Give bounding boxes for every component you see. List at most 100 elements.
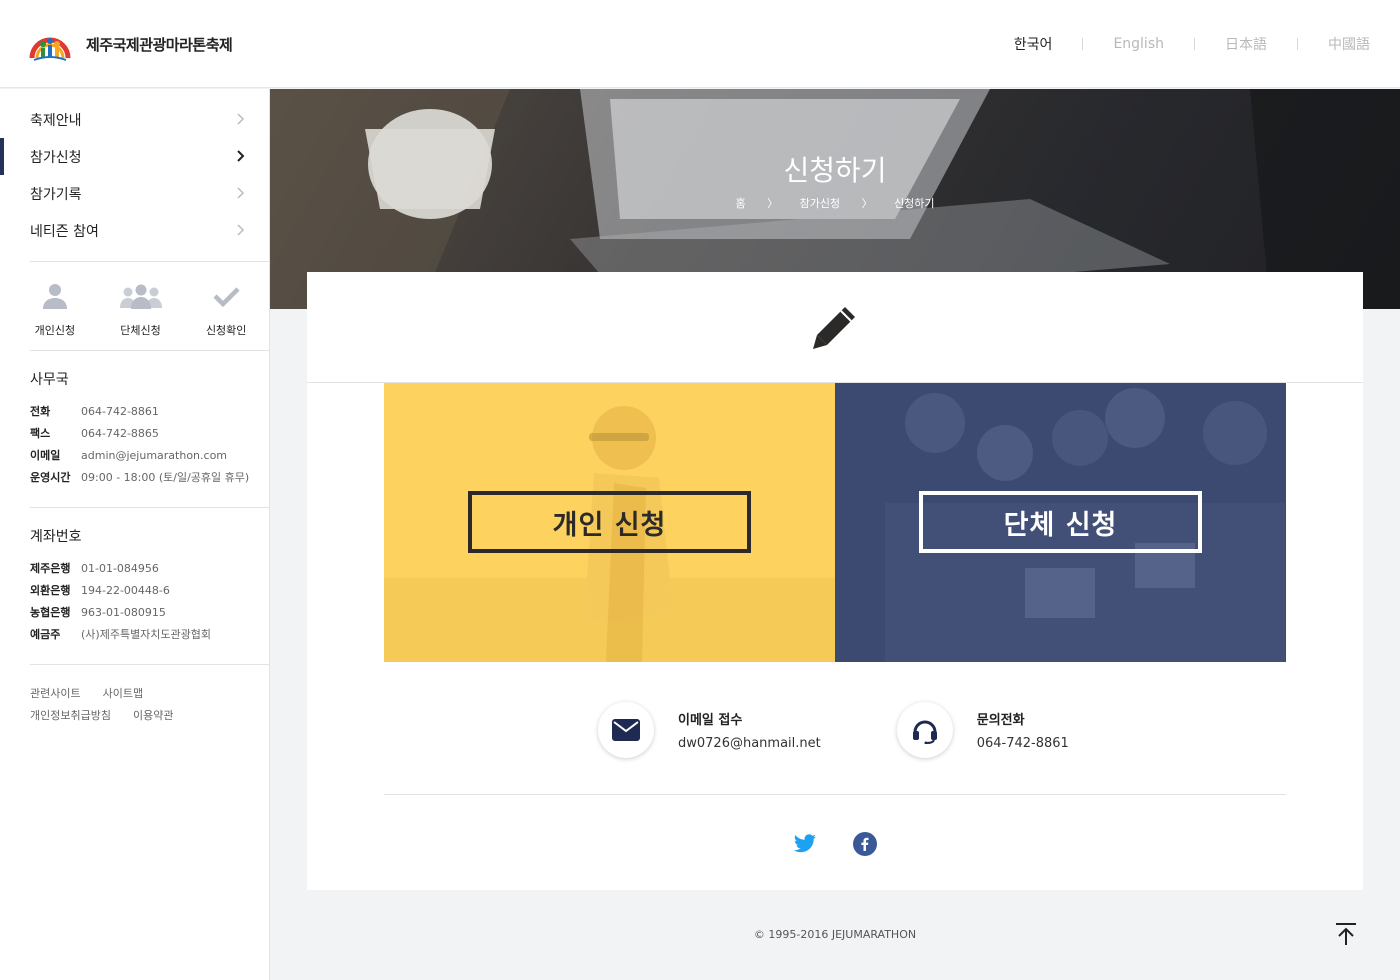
info-row: 팩스 064-742-8865 bbox=[30, 423, 269, 445]
phone-label: 문의전화 bbox=[976, 713, 1025, 728]
info-row: 이메일 admin@jejumarathon.com bbox=[30, 445, 269, 467]
lang-chinese[interactable]: 中國語 bbox=[1328, 34, 1370, 54]
chevron-right-icon bbox=[237, 224, 245, 236]
quick-label: 신청확인 bbox=[205, 324, 247, 337]
mail-icon bbox=[612, 719, 640, 741]
info-row: 외환은행 194-22-00448-6 bbox=[30, 580, 269, 602]
quick-label: 단체신청 bbox=[120, 324, 161, 337]
info-value: admin@jejumarathon.com bbox=[81, 449, 228, 462]
festival-logo[interactable] bbox=[28, 24, 72, 64]
email-label: 이메일 접수 bbox=[678, 713, 743, 728]
individual-registration-tile[interactable]: 개인 신청 bbox=[384, 383, 835, 662]
person-icon bbox=[42, 284, 67, 309]
page-title: 신청하기 bbox=[783, 154, 887, 187]
info-key: 운영시간 bbox=[30, 471, 71, 484]
quick-label: 개인신청 bbox=[34, 324, 76, 337]
sidebar-item-netizen[interactable]: 네티즌 참여 bbox=[0, 212, 269, 249]
group-registration-button[interactable]: 단체 신청 bbox=[919, 491, 1202, 553]
info-value: (사)제주특별자치도관광협회 bbox=[81, 628, 212, 641]
brand-name[interactable]: 제주국제관광마라톤축제 bbox=[86, 34, 233, 55]
office-title: 사무국 bbox=[30, 372, 69, 388]
quick-group-button[interactable]: 단체신청 bbox=[98, 262, 184, 350]
sidebar-item-registration[interactable]: 참가신청 bbox=[0, 138, 269, 175]
info-key: 농협은행 bbox=[30, 606, 71, 619]
info-value: 09:00 - 18:00 (토/일/공휴일 휴무) bbox=[81, 471, 250, 484]
info-key: 이메일 bbox=[30, 449, 61, 462]
divider bbox=[1082, 38, 1084, 50]
quick-links: 개인신청 단체신청 신청확인 bbox=[0, 262, 269, 350]
copyright: © 1995-2016 JEJUMARATHON bbox=[753, 928, 917, 941]
link-related-sites[interactable]: 관련사이트 bbox=[30, 683, 81, 705]
info-row: 운영시간 09:00 - 18:00 (토/일/공휴일 휴무) bbox=[30, 467, 269, 489]
language-selector: 한국어 English 日本語 中國語 bbox=[1014, 34, 1370, 54]
info-row: 전화 064-742-8861 bbox=[30, 401, 269, 423]
scroll-to-top-icon[interactable] bbox=[1334, 922, 1358, 946]
sidebar-item-label: 참가신청 bbox=[30, 149, 82, 166]
info-row: 제주은행 01-01-084956 bbox=[30, 558, 269, 580]
quick-individual-button[interactable]: 개인신청 bbox=[12, 262, 98, 350]
footer-links: 관련사이트 사이트맵 개인정보취급방침 이용약관 bbox=[0, 665, 250, 727]
facebook-link[interactable] bbox=[853, 832, 877, 856]
sidebar-nav: 축제안내 참가신청 참가기록 네티즌 참여 bbox=[0, 89, 269, 249]
divider bbox=[1297, 38, 1298, 50]
info-key: 팩스 bbox=[30, 427, 51, 440]
phone-value[interactable]: 064-742-8861 bbox=[977, 736, 1069, 751]
mail-icon-circle bbox=[598, 702, 654, 758]
individual-registration-button[interactable]: 개인 신청 bbox=[468, 491, 751, 553]
sidebar-item-label: 네티즌 참여 bbox=[30, 223, 99, 240]
breadcrumb-separator: 〉 bbox=[767, 197, 779, 210]
twitter-link[interactable] bbox=[793, 832, 817, 856]
chevron-right-icon bbox=[237, 113, 245, 125]
lang-japanese[interactable]: 日本語 bbox=[1225, 34, 1267, 54]
registration-options: 개인 신청 단체 신청 bbox=[384, 383, 1286, 662]
card-header bbox=[307, 272, 1363, 383]
account-info: 계좌번호 제주은행 01-01-084956 외환은행 194-22-00448-6… bbox=[0, 508, 269, 664]
group-registration-tile[interactable]: 단체 신청 bbox=[835, 383, 1286, 662]
info-value: 064-742-8865 bbox=[81, 427, 159, 440]
link-sitemap[interactable]: 사이트맵 bbox=[103, 683, 143, 705]
content-card: 개인 신청 단체 신청 이메일 접수 dw0726@hanmail.net 문의… bbox=[307, 272, 1363, 890]
breadcrumb-separator: 〉 bbox=[861, 197, 873, 210]
account-title: 계좌번호 bbox=[30, 529, 82, 545]
twitter-icon bbox=[794, 834, 816, 853]
info-value: 01-01-084956 bbox=[81, 562, 159, 575]
sidebar-item-label: 참가기록 bbox=[30, 186, 82, 203]
info-value: 963-01-080915 bbox=[81, 606, 166, 619]
link-terms[interactable]: 이용약관 bbox=[133, 705, 173, 727]
breadcrumb-registration[interactable]: 참가신청 bbox=[800, 197, 840, 210]
social-links bbox=[793, 832, 913, 856]
info-value: 064-742-8861 bbox=[81, 405, 159, 418]
chevron-right-icon bbox=[237, 187, 245, 199]
headset-icon bbox=[912, 720, 937, 744]
contact-info: 이메일 접수 dw0726@hanmail.net 문의전화 064-742-8… bbox=[598, 702, 1145, 758]
breadcrumb-home[interactable]: 홈 bbox=[735, 197, 745, 210]
info-key: 외환은행 bbox=[30, 584, 71, 597]
info-row: 예금주 (사)제주특별자치도관광협회 bbox=[30, 624, 269, 646]
divider bbox=[384, 794, 1286, 795]
lang-english[interactable]: English bbox=[1113, 36, 1164, 52]
check-icon bbox=[213, 287, 240, 308]
breadcrumb: 홈 〉 참가신청 〉 신청하기 bbox=[270, 195, 1400, 211]
group-icon bbox=[119, 284, 162, 309]
headset-icon-circle bbox=[896, 702, 953, 758]
site-header: 제주국제관광마라톤축제 한국어 English 日本語 中國語 bbox=[0, 0, 1400, 88]
pencil-icon bbox=[813, 307, 855, 349]
facebook-icon bbox=[853, 832, 877, 856]
divider bbox=[1194, 38, 1195, 50]
breadcrumb-current: 신청하기 bbox=[894, 197, 935, 210]
info-row: 농협은행 963-01-080915 bbox=[30, 602, 269, 624]
sidebar-item-festival-info[interactable]: 축제안내 bbox=[0, 101, 269, 138]
info-value: 194-22-00448-6 bbox=[81, 584, 170, 597]
info-key: 제주은행 bbox=[30, 562, 71, 575]
sidebar-item-label: 축제안내 bbox=[30, 112, 82, 129]
link-privacy-policy[interactable]: 개인정보취급방침 bbox=[30, 705, 111, 727]
lang-korean[interactable]: 한국어 bbox=[1014, 34, 1053, 54]
quick-confirm-button[interactable]: 신청확인 bbox=[183, 262, 269, 350]
info-key: 예금주 bbox=[30, 628, 61, 641]
sidebar: 축제안내 참가신청 참가기록 네티즌 참여 개인신청 단체신청 신청확인 사무국… bbox=[0, 89, 270, 980]
sidebar-item-records[interactable]: 참가기록 bbox=[0, 175, 269, 212]
office-info: 사무국 전화 064-742-8861 팩스 064-742-8865 이메일 adm… bbox=[0, 351, 269, 507]
phone-contact: 문의전화 064-742-8861 bbox=[896, 702, 1069, 758]
email-value[interactable]: dw0726@hanmail.net bbox=[678, 736, 821, 751]
chevron-right-icon bbox=[237, 150, 245, 162]
